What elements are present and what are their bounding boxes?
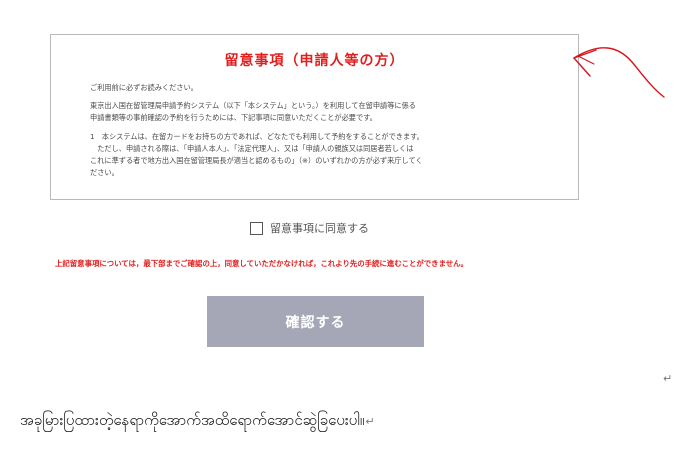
agree-checkbox[interactable] [250, 221, 263, 235]
hand-drawn-arrow-annotation [573, 47, 665, 98]
document-caption-line: အခုမြားပြထားတဲ့နေရာကိုအောက်အထိရောက်အောင်… [20, 411, 375, 433]
document-caption: အခုမြားပြထားတဲ့နေရာကိုအောက်အထိရောက်အောင်… [20, 411, 365, 429]
confirm-button[interactable]: 確認する [207, 296, 424, 347]
agree-row: 留意事項に同意する [250, 220, 369, 236]
agree-label[interactable]: 留意事項に同意する [270, 220, 369, 236]
notice-line: 東京出入国在留管理局申請予約システム（以下「本システム」という。）を利用して在留… [90, 101, 416, 111]
notice-line: ご利用前に必ずお読みください。 [90, 83, 198, 92]
notice-line: ださい。 [90, 168, 119, 178]
notice-line: これに準ずる者で地方出入国在留管理局長が適当と認めるもの」（※）のいずれかの方が… [90, 156, 423, 166]
paragraph-mark: ↵ [663, 372, 673, 385]
notice-title: 留意事項（申請人等の方） [224, 53, 405, 69]
notice-line: 1 本システムは、在留カードをお持ちの方であれば、どなたでも利用して予約をするこ… [90, 131, 424, 141]
paragraph-mark: ↵ [365, 415, 375, 428]
notice-panel[interactable]: 留意事項（申請人等の方） ご利用前に必ずお読みください。 東京出入国在留管理局申… [50, 34, 579, 200]
notice-line: ただし、申請される際は、「申請人本人」、「法定代理人」、又は「申請人の親族又は同… [90, 143, 414, 153]
notice-text: ご利用前に必ずお読みください。 東京出入国在留管理局申請予約システム（以下「本シ… [90, 82, 556, 179]
notice-line: 申請書類等の事前確認の予約を行うためには、下記事項に同意いただくことが必要です。 [90, 113, 377, 123]
warning-message: 上記留意事項については，最下部までご確認の上，同意していただかなければ，これより… [55, 259, 468, 268]
